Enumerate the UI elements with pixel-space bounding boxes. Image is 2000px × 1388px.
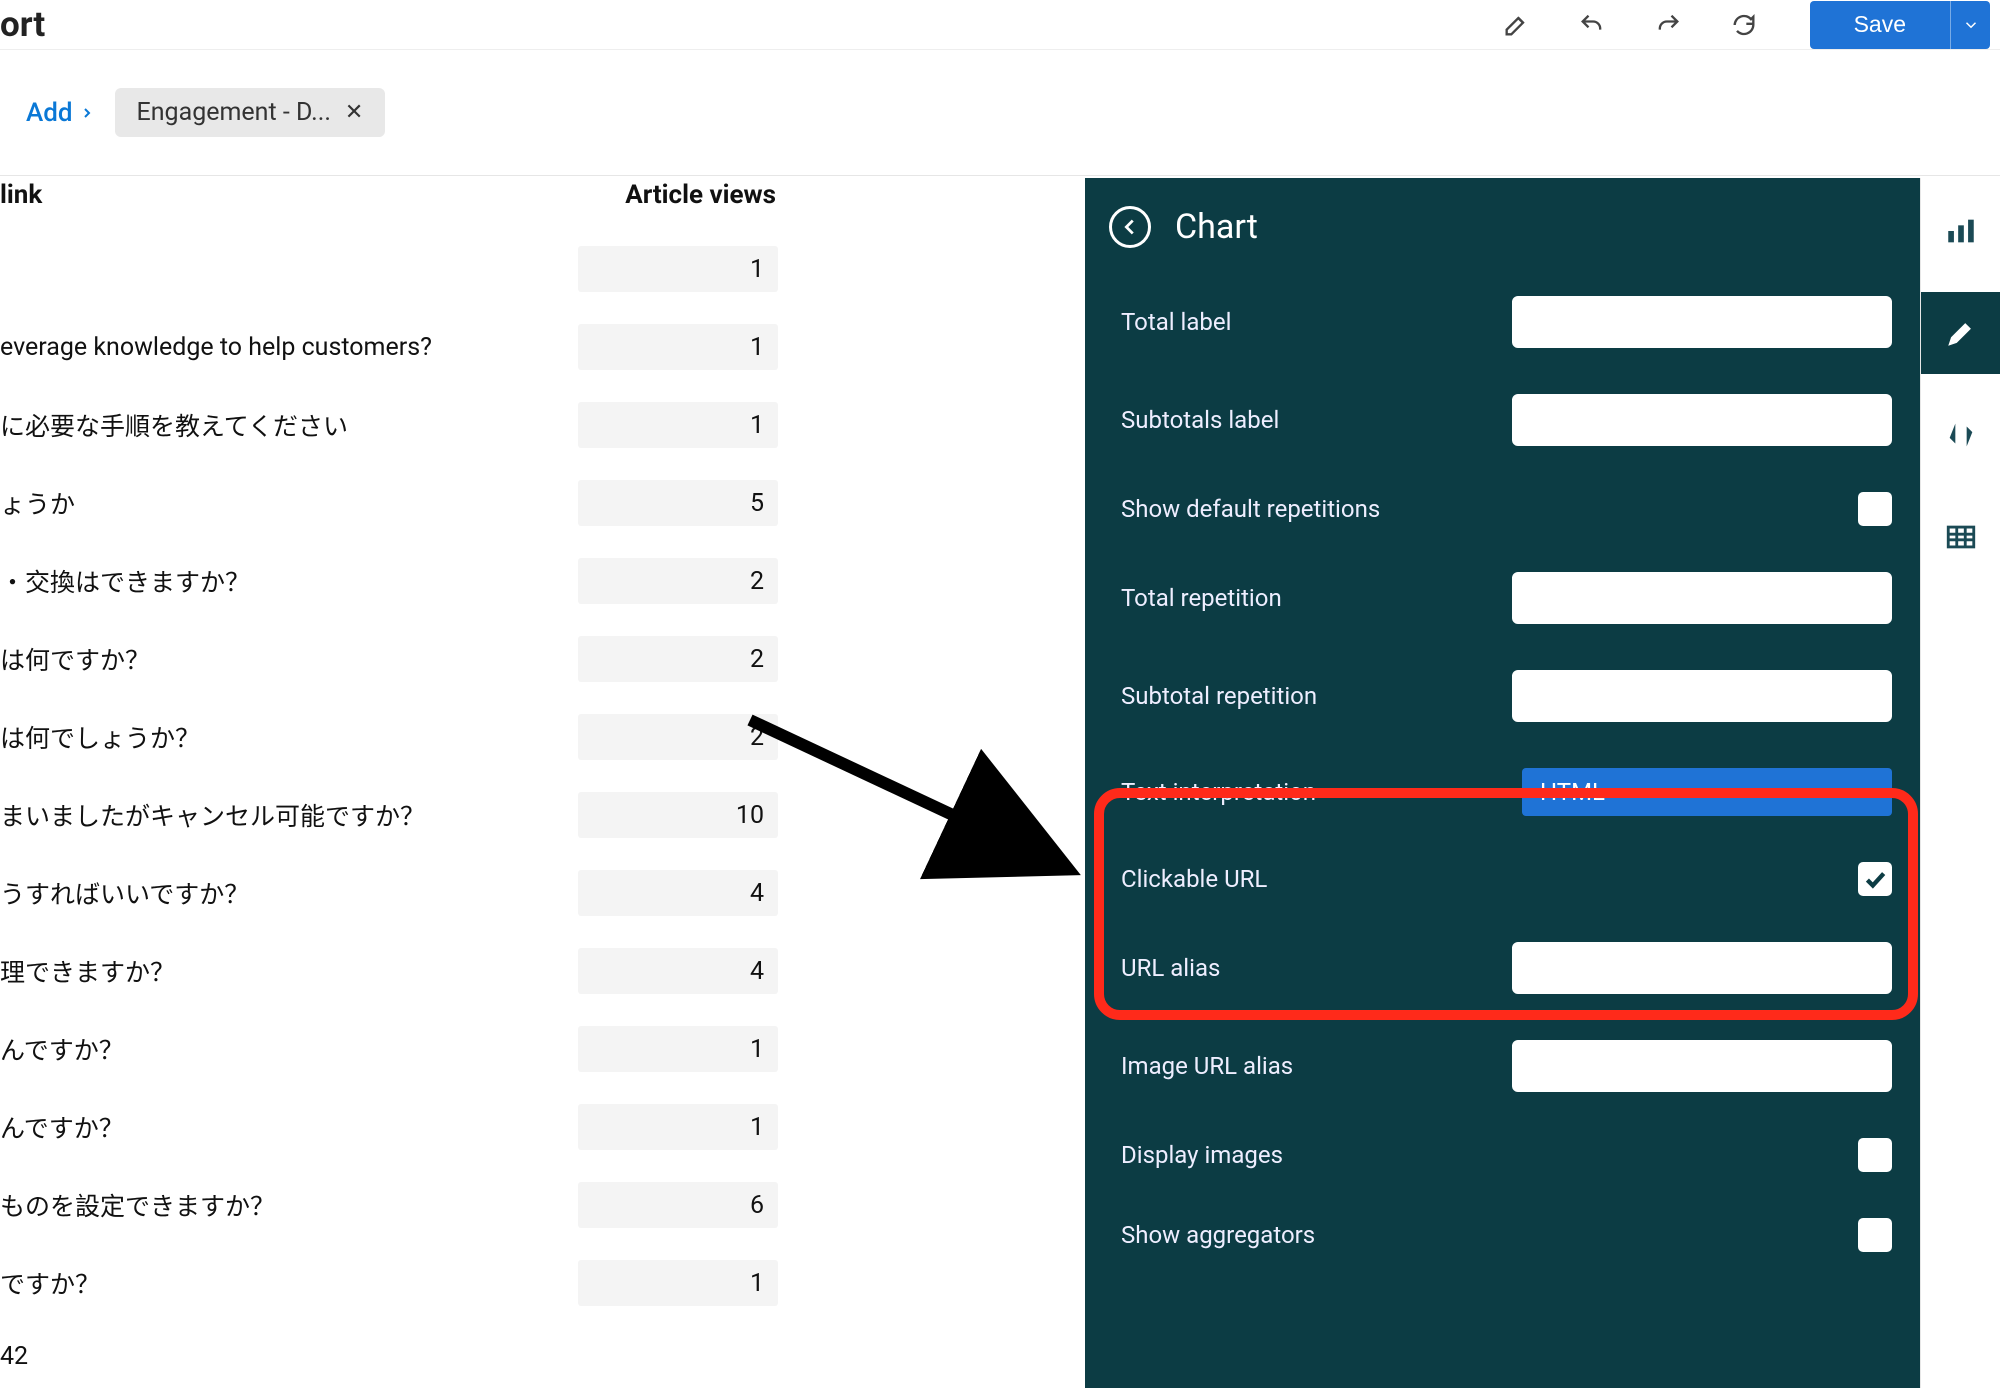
chart-settings-panel: Chart Total label Subtotals label Show d… <box>1085 178 1920 1388</box>
undo-icon[interactable] <box>1568 1 1616 49</box>
chevron-right-icon <box>79 105 95 121</box>
views-cell: 1 <box>578 324 778 370</box>
subtotal-repetition-input[interactable] <box>1512 670 1892 722</box>
redo-icon[interactable] <box>1644 1 1692 49</box>
sort-tool-icon[interactable] <box>1921 394 2000 476</box>
link-cell[interactable]: ものを設定できますか？ <box>0 1187 560 1223</box>
total-label-label: Total label <box>1121 308 1231 336</box>
views-cell: 1 <box>578 1104 778 1150</box>
close-icon[interactable]: ✕ <box>345 100 363 125</box>
table-tool-icon[interactable] <box>1921 496 2000 578</box>
subtotal-repetition-label: Subtotal repetition <box>1121 682 1317 710</box>
add-label: Add <box>26 98 73 128</box>
subtotals-label-input[interactable] <box>1512 394 1892 446</box>
back-button[interactable] <box>1109 206 1151 248</box>
chart-tool-icon[interactable] <box>1921 190 2000 272</box>
views-cell: 2 <box>578 558 778 604</box>
views-cell: 10 <box>578 792 778 838</box>
total-repetition-input[interactable] <box>1512 572 1892 624</box>
arrow-left-icon <box>1119 216 1141 238</box>
show-aggregators-label: Show aggregators <box>1121 1221 1315 1249</box>
style-tool-icon[interactable] <box>1921 292 2000 374</box>
chevron-down-icon <box>1962 16 1980 34</box>
text-interpretation-value: HTML <box>1540 778 1605 806</box>
save-button[interactable]: Save <box>1810 1 1950 49</box>
views-cell: 4 <box>578 948 778 994</box>
display-images-checkbox[interactable] <box>1858 1138 1892 1172</box>
subtotals-label-label: Subtotals label <box>1121 406 1279 434</box>
views-cell: 1 <box>578 1260 778 1306</box>
views-cell: 1 <box>578 246 778 292</box>
link-cell[interactable]: ょうか <box>0 485 560 521</box>
image-url-alias-label: Image URL alias <box>1121 1052 1293 1080</box>
link-cell[interactable]: んですか？ <box>0 1109 560 1145</box>
filter-chip-label: Engagement - D... <box>137 98 331 127</box>
image-url-alias-input[interactable] <box>1512 1040 1892 1092</box>
link-cell[interactable]: んですか？ <box>0 1031 560 1067</box>
show-default-repetitions-label: Show default repetitions <box>1121 495 1380 523</box>
panel-title: Chart <box>1175 207 1258 247</box>
views-cell: 2 <box>578 714 778 760</box>
add-button[interactable]: Add <box>26 98 95 128</box>
url-alias-input[interactable] <box>1512 942 1892 994</box>
text-interpretation-label: Text interpretation <box>1121 778 1316 806</box>
views-cell: 2 <box>578 636 778 682</box>
views-cell: 6 <box>578 1182 778 1228</box>
text-interpretation-select[interactable]: HTML <box>1522 768 1892 816</box>
link-cell[interactable]: everage knowledge to help customers? <box>0 333 560 362</box>
link-cell[interactable]: まいましたがキャンセル可能ですか？ <box>0 797 560 833</box>
views-cell: 4 <box>578 870 778 916</box>
page-title: ort <box>0 7 45 42</box>
url-alias-label: URL alias <box>1121 954 1220 982</box>
display-images-label: Display images <box>1121 1141 1283 1169</box>
side-toolbar <box>1920 178 2000 1388</box>
views-cell: 1 <box>578 1026 778 1072</box>
chevron-down-icon <box>1860 788 1874 797</box>
show-default-repetitions-checkbox[interactable] <box>1858 492 1892 526</box>
check-icon <box>1862 866 1888 892</box>
refresh-icon[interactable] <box>1720 1 1768 49</box>
save-dropdown-button[interactable] <box>1950 1 1990 49</box>
link-cell[interactable]: は何ですか？ <box>0 641 560 677</box>
filter-chip[interactable]: Engagement - D... ✕ <box>115 88 386 137</box>
link-cell[interactable]: に必要な手順を教えてください <box>0 407 560 443</box>
views-cell: 5 <box>578 480 778 526</box>
link-cell[interactable]: は何でしょうか？ <box>0 719 560 755</box>
clickable-url-label: Clickable URL <box>1121 865 1267 893</box>
views-cell: 1 <box>578 402 778 448</box>
column-header-views: Article views <box>576 176 776 230</box>
link-cell[interactable]: ・交換はできますか？ <box>0 563 560 599</box>
clickable-url-checkbox[interactable] <box>1858 862 1892 896</box>
show-aggregators-checkbox[interactable] <box>1858 1218 1892 1252</box>
total-label-input[interactable] <box>1512 296 1892 348</box>
link-cell[interactable]: 理できますか？ <box>0 953 560 989</box>
total-repetition-label: Total repetition <box>1121 584 1282 612</box>
link-cell[interactable]: ですか？ <box>0 1265 560 1301</box>
link-cell[interactable]: うすればいいですか？ <box>0 875 560 911</box>
edit-icon[interactable] <box>1492 1 1540 49</box>
column-header-link: link <box>0 176 576 230</box>
